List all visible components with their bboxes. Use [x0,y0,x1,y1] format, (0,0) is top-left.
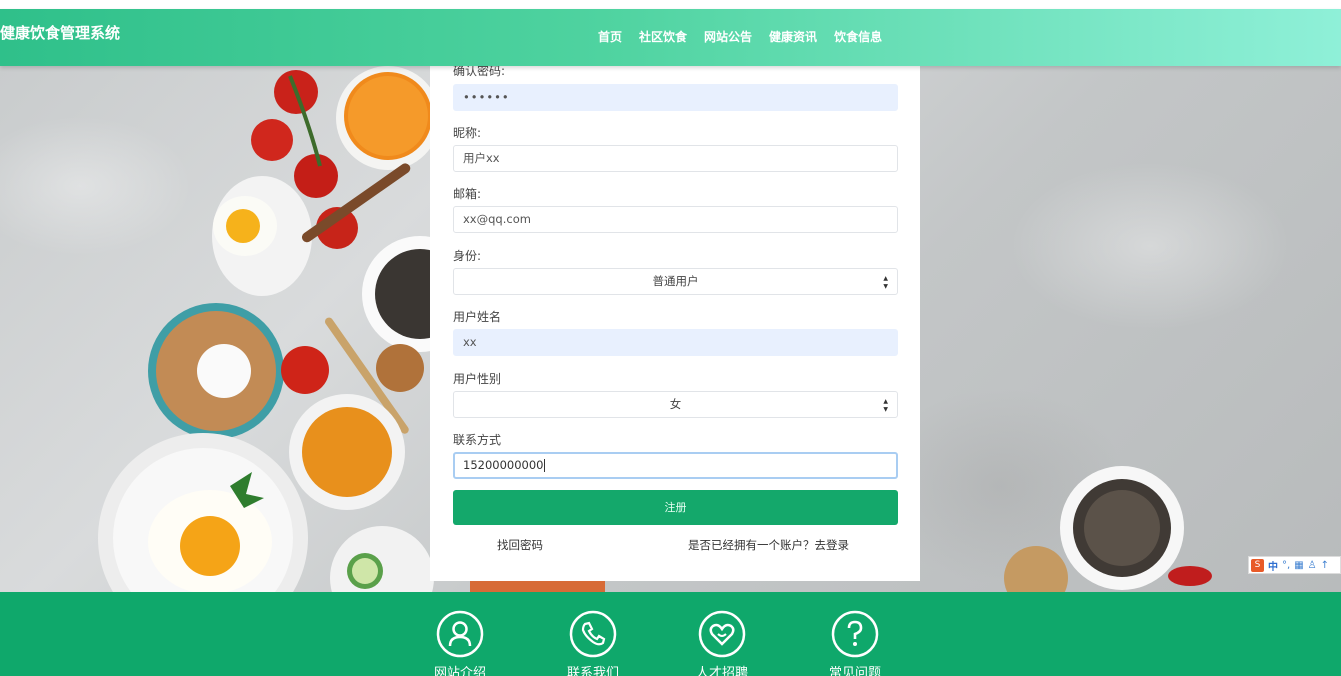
forgot-password-link[interactable]: 找回密码 [497,537,543,553]
text-cursor [544,459,546,472]
register-form: 确认密码: •••••• 昵称: 用户xx 邮箱: xx@qq.com 身份: … [430,57,920,581]
footer-jobs[interactable]: 人才招聘 [677,610,767,676]
gender-value: 女 [669,397,682,411]
ime-punctuation-icon[interactable]: °, [1282,560,1290,571]
nav-health-news[interactable]: 健康资讯 [769,28,817,45]
ime-logo-icon[interactable]: S [1251,558,1264,572]
nav-announcements[interactable]: 网站公告 [704,28,752,45]
heart-icon [698,610,746,658]
footer-about[interactable]: 网站介绍 [415,610,505,676]
question-icon [831,610,879,658]
ime-toolbar[interactable]: S 中 °, ▦ ♙ ↑ [1248,556,1341,574]
confirm-password-input[interactable]: •••••• [453,84,898,111]
main-nav: 首页 社区饮食 网站公告 健康资讯 饮食信息 [598,28,899,45]
email-input[interactable]: xx@qq.com [453,206,898,233]
ime-chinese-mode[interactable]: 中 [1268,558,1278,573]
nav-home[interactable]: 首页 [598,28,622,45]
footer-about-label: 网站介绍 [433,666,486,676]
phone-icon [569,610,617,658]
real-name-input[interactable]: xx [453,329,898,356]
site-title[interactable]: 健康饮食管理系统 [0,22,120,43]
gender-select[interactable]: 女 ▲ ▼ [453,391,898,418]
contact-value: 15200000000 [463,458,544,472]
footer-contact-label: 联系我们 [566,666,619,676]
register-button[interactable]: 注册 [453,490,898,525]
go-login-link[interactable]: 是否已经拥有一个账户？去登录 [688,537,849,553]
contact-label: 联系方式 [453,433,502,447]
person-icon [436,610,484,658]
gender-label: 用户性别 [453,372,502,386]
real-name-label: 用户姓名 [453,310,502,324]
footer-contact[interactable]: 联系我们 [548,610,638,676]
email-label: 邮箱: [453,187,482,201]
footer-faq-label: 常见问题 [828,666,881,676]
identity-select[interactable]: 普通用户 ▲ ▼ [453,268,898,295]
nickname-input[interactable]: 用户xx [453,145,898,172]
footer-jobs-label: 人才招聘 [695,666,748,676]
nav-diet-info[interactable]: 饮食信息 [834,28,882,45]
select-arrow-icon: ▲ ▼ [883,275,888,290]
select-arrow-icon: ▲ ▼ [883,398,888,413]
top-navbar: 健康饮食管理系统 首页 社区饮食 网站公告 健康资讯 饮食信息 [0,9,1341,66]
nav-community-diet[interactable]: 社区饮食 [639,28,687,45]
ime-upload-icon[interactable]: ↑ [1321,560,1329,571]
identity-label: 身份: [453,249,482,263]
nickname-label: 昵称: [453,126,482,140]
identity-value: 普通用户 [652,274,699,288]
contact-input[interactable]: 15200000000 [453,452,898,479]
footer: 网站介绍 联系我们 人才招聘 常见问题 [0,592,1341,676]
footer-faq[interactable]: 常见问题 [810,610,900,676]
ime-user-icon[interactable]: ♙ [1308,560,1317,571]
ime-keyboard-icon[interactable]: ▦ [1294,560,1303,571]
